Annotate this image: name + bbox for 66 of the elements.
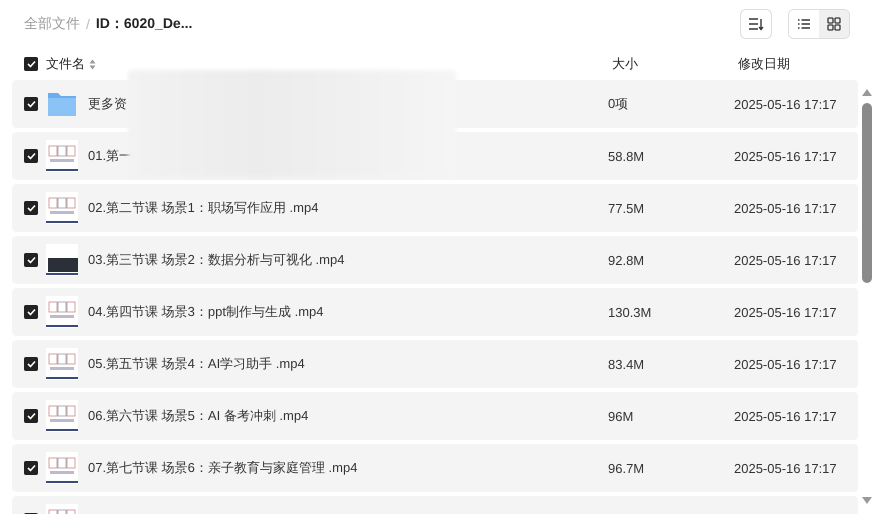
checkbox[interactable]	[24, 357, 38, 371]
file-row[interactable]: 07.第七节课 场景6：亲子教育与家庭管理 .mp4 96.7M 2025-05-16 17:17	[12, 444, 858, 492]
file-name: 05.第五节课 场景4：AI学习助手 .mp4	[88, 355, 306, 373]
sort-icon	[748, 17, 764, 31]
checkbox[interactable]	[24, 409, 38, 423]
modified-date: 2025-05-16 17:17	[734, 408, 837, 424]
file-name: 更多资	[88, 95, 128, 113]
file-row[interactable]: 03.第三节课 场景2：数据分析与可视化 .mp4 92.8M 2025-05-16 17:17	[12, 236, 858, 284]
breadcrumb-item: ID：6020_De...	[96, 15, 192, 33]
modified-date: 2025-05-16 17:17	[734, 356, 837, 372]
checkmark-icon	[26, 256, 36, 264]
checkmark-icon	[26, 308, 36, 316]
checkmark-icon	[26, 100, 36, 108]
checkmark-icon	[26, 464, 36, 472]
checkmark-icon	[26, 412, 36, 420]
column-header[interactable]: 文件名	[46, 55, 85, 73]
video-thumbnail	[46, 140, 78, 172]
modified-date: 2025-05-16 17:17	[734, 304, 837, 320]
file-size: 96M	[608, 408, 634, 424]
modified-date: 2025-05-16 17:17	[734, 200, 837, 216]
checkmark-icon	[26, 204, 36, 212]
file-size: 0项	[608, 95, 630, 113]
checkbox[interactable]	[24, 97, 38, 111]
file-size: 77.5M	[608, 200, 646, 216]
checkbox[interactable]	[24, 201, 38, 215]
sort-button[interactable]	[740, 9, 772, 39]
checkmark-icon	[26, 152, 36, 160]
file-name: 01.第一	[88, 147, 134, 165]
grid-icon	[827, 17, 841, 31]
file-row[interactable]: 02.第二节课 场景1：职场写作应用 .mp4 77.5M 2025-05-16 17:17	[12, 184, 858, 232]
file-name: 02.第二节课 场景1：职场写作应用 .mp4	[88, 199, 320, 217]
modified-date: 2025-05-16 17:17	[734, 148, 837, 164]
file-size: 92.8M	[608, 252, 646, 268]
column-header[interactable]: 大小	[612, 55, 738, 73]
checkbox[interactable]	[24, 461, 38, 475]
checkbox[interactable]	[24, 305, 38, 319]
column-header[interactable]: 修改日期	[738, 55, 790, 73]
modified-date: 2025-05-16 17:17	[734, 96, 837, 112]
list-icon	[797, 18, 811, 30]
grid-view-button[interactable]	[819, 10, 849, 38]
checkbox[interactable]	[24, 253, 38, 267]
video-thumbnail	[46, 400, 78, 432]
video-thumbnail	[46, 244, 78, 276]
video-thumbnail	[46, 296, 78, 328]
video-thumbnail	[46, 348, 78, 380]
modified-date: 2025-05-16 17:17	[734, 460, 837, 476]
separator: /	[86, 16, 90, 32]
file-size: 58.8M	[608, 148, 646, 164]
checkmark-icon	[26, 60, 36, 68]
video-thumbnail	[46, 192, 78, 224]
checkbox[interactable]	[24, 149, 38, 163]
file-row[interactable]: 04.第四节课 场景3：ppt制作与生成 .mp4 130.3M 2025-05-16 17:17	[12, 288, 858, 336]
sort-icon[interactable]	[89, 58, 96, 70]
file-name: 03.第三节课 场景2：数据分析与可视化 .mp4	[88, 251, 346, 269]
checkmark-icon	[26, 360, 36, 368]
file-size: 96.7M	[608, 460, 646, 476]
file-name: 04.第四节课 场景3：ppt制作与生成 .mp4	[88, 303, 324, 321]
file-name: 07.第七节课 场景6：亲子教育与家庭管理 .mp4	[88, 459, 358, 477]
checkbox[interactable]	[24, 57, 38, 71]
file-row[interactable]: 06.第六节课 场景5：AI 备考冲刺 .mp4 96M 2025-05-16 17:17	[12, 392, 858, 440]
file-size: 130.3M	[608, 304, 652, 320]
file-size: 83.4M	[608, 356, 646, 372]
file-name: 06.第六节课 场景5：AI 备考冲刺 .mp4	[88, 407, 310, 425]
modified-date: 2025-05-16 17:17	[734, 252, 837, 268]
file-row[interactable]: 05.第五节课 场景4：AI学习助手 .mp4 83.4M 2025-05-16 17:17	[12, 340, 858, 388]
video-thumbnail	[46, 452, 78, 484]
